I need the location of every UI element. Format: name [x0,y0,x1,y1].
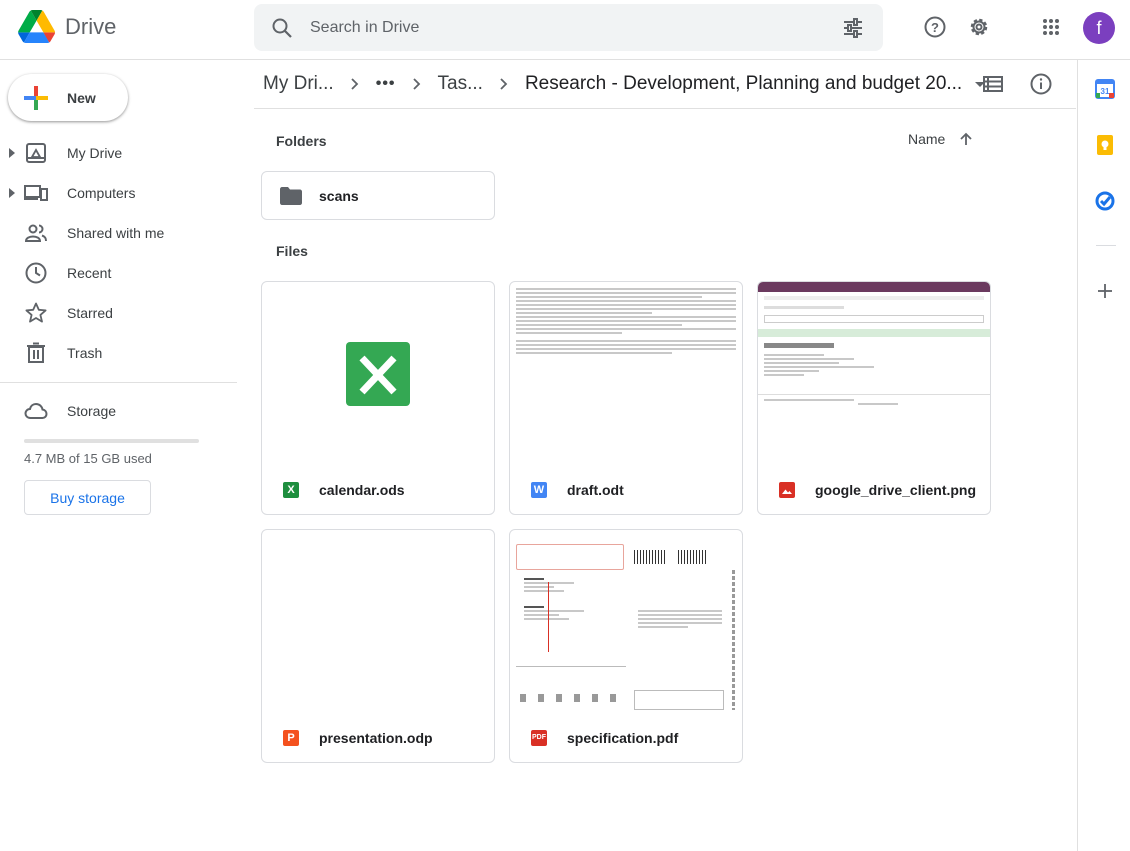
my-drive-icon [26,143,46,163]
new-button-label: New [67,89,96,106]
file-name: calendar.ods [319,481,405,498]
plus-icon [24,85,48,110]
breadcrumb-more-button[interactable]: ••• [376,75,396,93]
spreadsheet-x-icon [346,342,410,406]
settings-gear-icon[interactable] [967,15,991,39]
sheets-file-icon: X [283,481,299,498]
files-heading: Files [276,243,308,259]
file-thumbnail [510,282,742,465]
docs-file-icon: W [531,481,547,498]
folder-item[interactable]: scans [261,171,495,220]
file-thumbnail [510,530,742,713]
folders-heading: Folders [276,133,327,149]
breadcrumb: My Dri... ••• Tas... Research - Developm… [263,70,986,98]
file-card-google-drive-client[interactable]: google_drive_client.png [757,281,991,515]
apps-grid-icon[interactable] [1039,15,1063,39]
svg-text:?: ? [931,20,939,35]
sidebar-item-label: Shared with me [67,225,165,241]
arrow-up-icon[interactable] [959,132,973,146]
image-file-icon [779,481,795,498]
rail-divider [1096,245,1116,246]
help-icon[interactable]: ? [923,15,947,39]
sidebar-item-label: Trash [67,345,103,361]
drive-logo-icon [18,10,55,43]
sidebar-item-computers[interactable]: Computers [0,175,236,211]
buy-storage-button[interactable]: Buy storage [24,480,151,515]
chevron-right-icon [351,78,358,90]
new-button[interactable]: New [8,74,128,121]
chevron-right-icon [412,78,420,90]
sort-label: Name [908,131,946,147]
chevron-right-icon [500,78,508,90]
file-name: draft.odt [567,481,624,498]
breadcrumb-item-tasks[interactable]: Tas... [438,73,483,95]
search-options-icon[interactable] [841,16,865,40]
expand-arrow-icon[interactable] [8,147,16,159]
add-addon-plus-icon[interactable] [1095,281,1115,301]
sidebar-item-starred[interactable]: Starred [0,295,236,331]
tasks-icon[interactable] [1095,191,1115,211]
pdf-file-icon: PDF [531,729,547,746]
breadcrumb-current-folder[interactable]: Research - Development, Planning and bud… [525,73,962,95]
file-thumbnail [758,282,990,465]
expand-arrow-icon[interactable] [8,187,16,199]
file-card-specification[interactable]: PDF specification.pdf [509,529,743,763]
folder-icon [280,186,302,205]
file-name: specification.pdf [567,729,679,746]
file-card-presentation[interactable]: P presentation.odp [261,529,495,763]
breadcrumb-item-my-drive[interactable]: My Dri... [263,73,334,95]
sidebar-item-storage[interactable]: Storage [0,393,236,429]
search-bar[interactable]: Search in Drive [254,4,883,51]
drive-logo[interactable]: Drive [18,10,116,43]
app-name: Drive [65,13,117,39]
storage-used-text: 4.7 MB of 15 GB used [24,451,152,466]
search-icon[interactable] [270,16,294,40]
file-name: presentation.odp [319,729,433,746]
computer-icon [24,185,48,201]
sidebar-item-trash[interactable]: Trash [0,335,236,371]
top-bar: Drive Search in Drive ? f [0,0,1130,60]
content-divider [254,108,1076,109]
account-avatar[interactable]: f [1083,12,1115,44]
info-icon[interactable] [1029,72,1053,96]
file-name: google_drive_client.png [815,481,977,498]
folder-name: scans [319,187,359,204]
file-card-calendar[interactable]: X calendar.ods [261,281,495,515]
keep-notes-icon[interactable] [1095,135,1115,155]
sort-by-name-button[interactable]: Name [908,131,973,147]
file-thumbnail [262,530,494,713]
sidebar-item-label: Storage [67,403,117,419]
slides-file-icon: P [283,729,299,746]
clock-icon [25,262,47,284]
sidebar-item-label: Recent [67,265,112,281]
sidebar-divider [0,382,237,383]
trash-icon [27,342,45,363]
calendar-icon[interactable]: 31 [1095,79,1115,99]
storage-usage-bar [24,439,199,443]
file-thumbnail [262,282,494,465]
search-input[interactable]: Search in Drive [310,19,841,37]
sidebar-item-recent[interactable]: Recent [0,255,236,291]
list-view-icon[interactable] [981,72,1005,96]
svg-text:31: 31 [1101,87,1110,96]
people-icon [24,224,47,242]
sidebar-item-label: Computers [67,185,136,201]
sidebar-item-shared-with-me[interactable]: Shared with me [0,215,236,251]
sidebar-item-label: Starred [67,305,113,321]
star-icon [25,302,47,323]
file-card-draft[interactable]: W draft.odt [509,281,743,515]
sidebar-item-my-drive[interactable]: My Drive [0,135,236,171]
cloud-icon [24,402,48,419]
sidebar-item-label: My Drive [67,145,123,161]
side-panel-rail: 31 [1077,60,1130,851]
